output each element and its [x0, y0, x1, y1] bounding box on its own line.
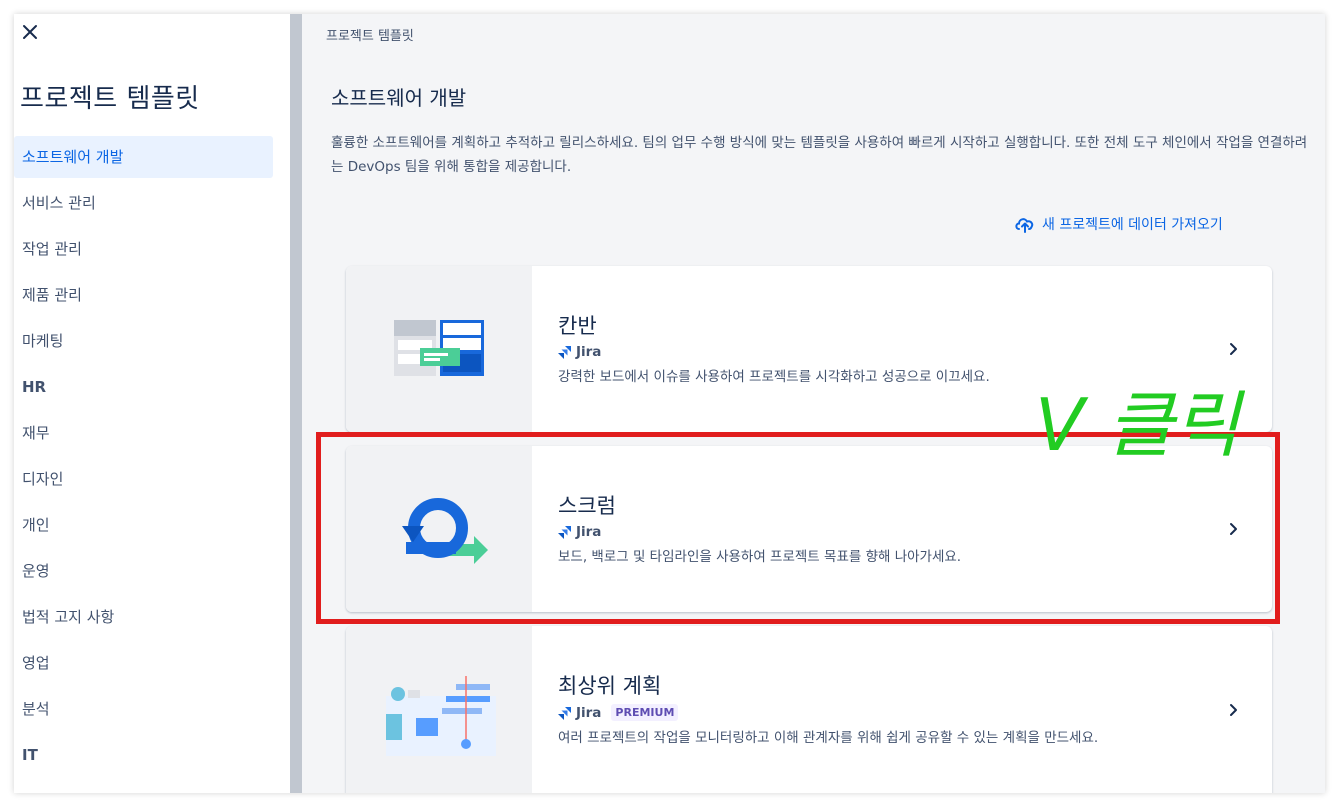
sidebar-item-sales[interactable]: 영업: [14, 642, 273, 684]
sidebar-item-analytics[interactable]: 분석: [14, 688, 273, 730]
jira-logo-icon: [558, 706, 571, 720]
chevron-right-icon: [1230, 704, 1237, 716]
sidebar-item-operations[interactable]: 운영: [14, 550, 273, 592]
card-description: 강력한 보드에서 이슈를 사용하여 프로젝트를 시각화하고 성공으로 이끄세요.: [558, 369, 990, 385]
scroll-gutter[interactable]: [290, 14, 302, 793]
template-dialog: 프로젝트 템플릿 소프트웨어 개발 서비스 관리 작업 관리 제품 관리 마케팅…: [14, 14, 1325, 793]
product-name: Jira: [576, 704, 602, 721]
planning-timeline-icon: [386, 676, 496, 756]
sidebar: 프로젝트 템플릿 소프트웨어 개발 서비스 관리 작업 관리 제품 관리 마케팅…: [14, 14, 290, 793]
jira-logo-icon: [558, 526, 571, 539]
cloud-upload-icon: [1015, 218, 1034, 233]
sidebar-item-work-mgmt[interactable]: 작업 관리: [14, 228, 273, 270]
sidebar-item-personal[interactable]: 개인: [14, 504, 273, 546]
planning-illustration: [346, 626, 532, 793]
close-icon: [23, 25, 37, 39]
main-panel: 프로젝트 템플릿 소프트웨어 개발 훌륭한 소프트웨어를 계획하고 추적하고 릴…: [302, 14, 1325, 793]
scrum-cycle-icon: [402, 498, 488, 564]
sidebar-item-design[interactable]: 디자인: [14, 458, 273, 500]
card-title: 스크럼: [558, 494, 616, 518]
product-row: Jira PREMIUM: [558, 704, 1138, 721]
product-name: Jira: [576, 344, 602, 360]
template-card-kanban[interactable]: 칸반 Jira 강력한 보드에서 이슈를 사용하여 프로젝트를 시각화하고 성공…: [346, 266, 1272, 432]
import-link-label: 새 프로젝트에 데이터 가져오기: [1042, 217, 1223, 233]
kanban-info: 칸반 Jira 강력한 보드에서 이슈를 사용하여 프로젝트를 시각화하고 성공…: [558, 310, 990, 388]
product-row: Jira: [558, 524, 961, 540]
chevron-right-icon: [1230, 523, 1237, 535]
template-card-scrum[interactable]: 스크럼 Jira 보드, 백로그 및 타임라인을 사용하여 프로젝트 목표를 향…: [346, 446, 1272, 612]
kanban-illustration: [346, 266, 532, 432]
page-description: 훌륭한 소프트웨어를 계획하고 추적하고 릴리스하세요. 팀의 업무 수행 방식…: [331, 135, 1308, 175]
card-title: 최상위 계획: [558, 674, 662, 698]
card-description: 여러 프로젝트의 작업을 모니터링하고 이해 관계자를 위해 쉽게 공유할 수 …: [558, 730, 1099, 746]
planning-info: 최상위 계획 Jira PREMIUM 여러 프로젝트의 작업을 모니터링하고 …: [558, 670, 1138, 749]
card-description: 보드, 백로그 및 타임라인을 사용하여 프로젝트 목표를 향해 나아가세요.: [558, 549, 962, 565]
kanban-board-icon: [394, 320, 484, 376]
jira-logo-icon: [558, 346, 571, 359]
card-title: 칸반: [558, 314, 597, 338]
page-title: 소프트웨어 개발: [331, 86, 467, 110]
sidebar-item-product-mgmt[interactable]: 제품 관리: [14, 274, 273, 316]
premium-badge: PREMIUM: [611, 704, 679, 721]
chevron-right-icon: [1230, 343, 1237, 355]
scrum-illustration: [346, 446, 532, 612]
product-name: Jira: [576, 524, 602, 540]
sidebar-item-finance[interactable]: 재무: [14, 412, 273, 454]
product-row: Jira: [558, 344, 990, 360]
sidebar-title: 프로젝트 템플릿: [20, 84, 200, 114]
sidebar-nav: 소프트웨어 개발 서비스 관리 작업 관리 제품 관리 마케팅 HR 재무 디자…: [14, 136, 273, 780]
sidebar-item-it[interactable]: IT: [14, 734, 273, 776]
scrum-info: 스크럼 Jira 보드, 백로그 및 타임라인을 사용하여 프로젝트 목표를 향…: [558, 490, 961, 568]
sidebar-item-software-dev[interactable]: 소프트웨어 개발: [14, 136, 273, 178]
breadcrumb[interactable]: 프로젝트 템플릿: [326, 25, 414, 44]
sidebar-item-service-mgmt[interactable]: 서비스 관리: [14, 182, 273, 224]
import-data-link[interactable]: 새 프로젝트에 데이터 가져오기: [1014, 214, 1223, 234]
sidebar-item-marketing[interactable]: 마케팅: [14, 320, 273, 362]
close-button[interactable]: [18, 20, 42, 44]
sidebar-item-legal[interactable]: 법적 고지 사항: [14, 596, 273, 638]
template-card-top-level-planning[interactable]: 최상위 계획 Jira PREMIUM 여러 프로젝트의 작업을 모니터링하고 …: [346, 626, 1272, 793]
sidebar-item-hr[interactable]: HR: [14, 366, 273, 408]
